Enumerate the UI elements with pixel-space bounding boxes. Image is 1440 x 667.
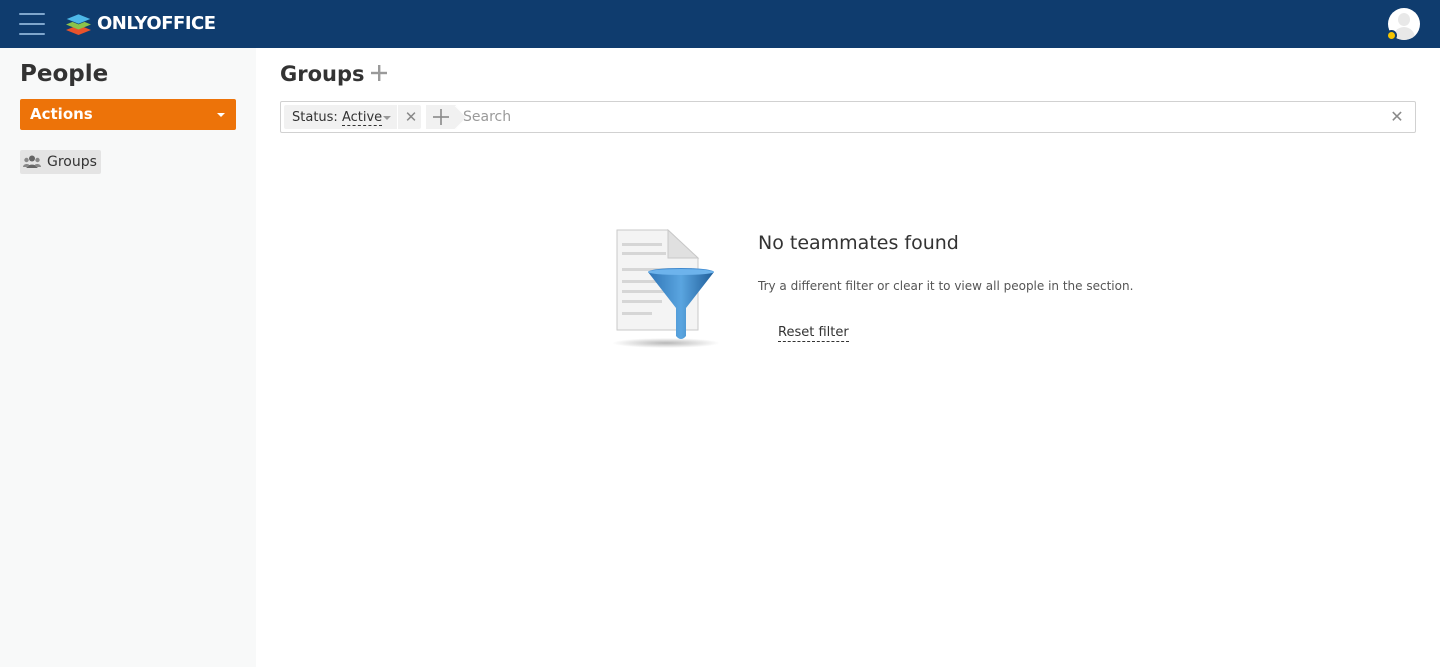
sidebar-item-groups[interactable]: Groups	[20, 150, 101, 174]
caret-down-icon	[217, 113, 225, 117]
filter-bar: Status: Active ✕ ✕	[280, 101, 1416, 133]
onlyoffice-logo[interactable]: ONLYOFFICE	[65, 10, 216, 36]
search-input[interactable]	[463, 106, 1383, 128]
page-title: Groups	[280, 62, 365, 86]
top-bar: ONLYOFFICE	[0, 0, 1440, 48]
people-group-icon	[23, 154, 41, 170]
reset-filter-link[interactable]: Reset filter	[778, 324, 849, 342]
chevron-down-icon[interactable]	[383, 116, 391, 120]
add-filter-button[interactable]	[426, 105, 456, 129]
actions-button[interactable]: Actions	[20, 99, 236, 130]
sidebar-item-label: Groups	[47, 154, 97, 170]
status-filter-value[interactable]: Active	[341, 110, 383, 126]
document-funnel-icon	[610, 228, 722, 350]
actions-label: Actions	[30, 105, 93, 123]
plus-icon	[433, 109, 449, 125]
sidebar: People Actions Groups	[0, 48, 256, 667]
remove-filter-icon[interactable]: ✕	[401, 107, 421, 127]
sidebar-title: People	[20, 61, 109, 87]
chip-divider	[397, 105, 398, 129]
status-filter-chip[interactable]: Status: Active ✕	[284, 105, 421, 129]
hamburger-icon[interactable]	[19, 12, 45, 36]
add-group-button[interactable]	[369, 63, 389, 83]
status-filter-key: Status:	[292, 110, 338, 125]
logo-text: ONLYOFFICE	[97, 12, 216, 34]
empty-state-title: No teammates found	[758, 232, 959, 254]
status-filter-label: Status: Active	[292, 110, 383, 126]
empty-state-description: Try a different filter or clear it to vi…	[758, 279, 1134, 293]
plus-icon	[371, 65, 387, 81]
clear-search-icon[interactable]: ✕	[1387, 107, 1407, 127]
online-status-badge	[1386, 30, 1397, 41]
onlyoffice-layers-icon	[65, 13, 92, 35]
